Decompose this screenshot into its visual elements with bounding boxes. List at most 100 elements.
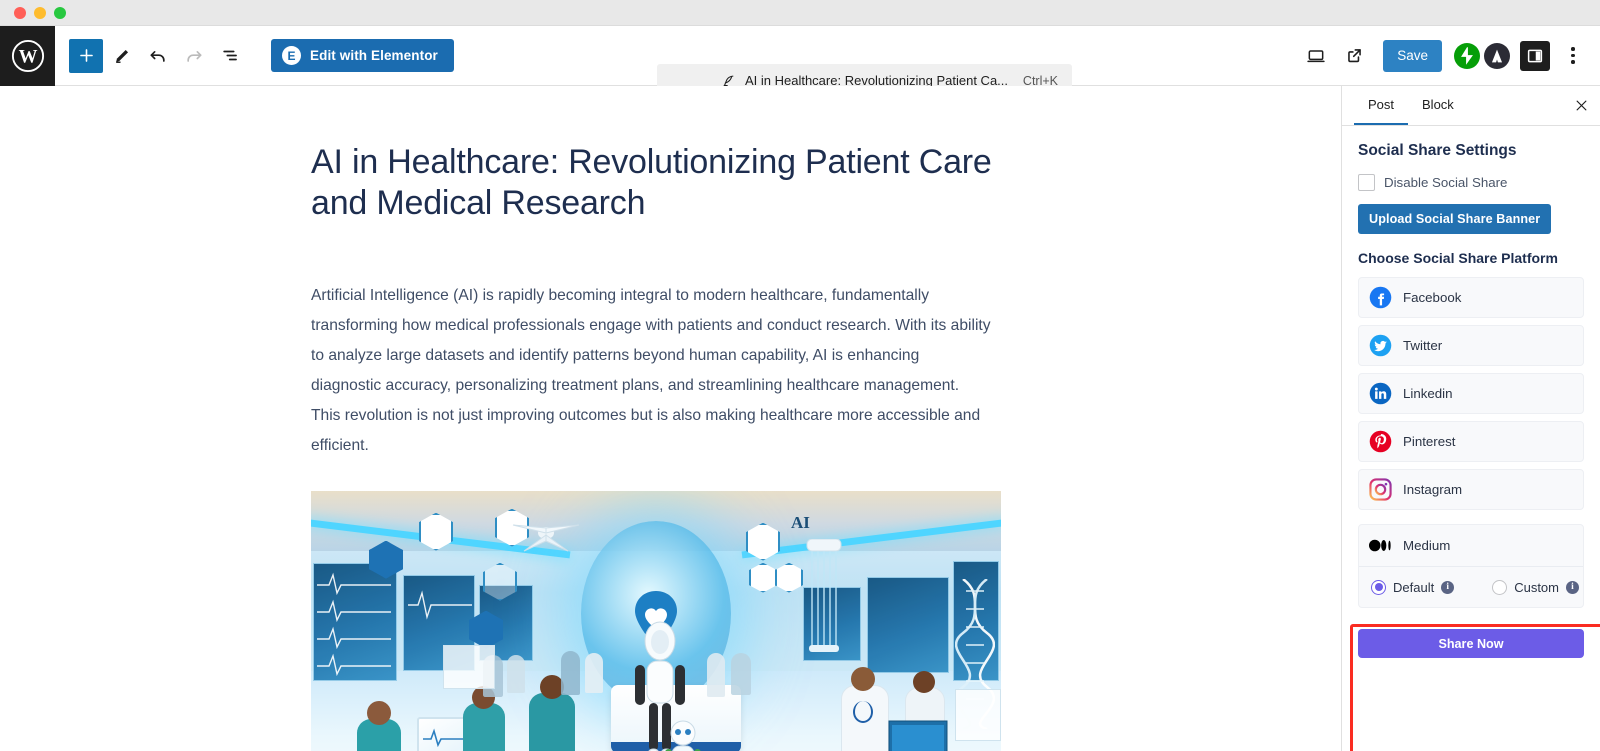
kebab-dot <box>1571 60 1575 64</box>
medium-option-default[interactable]: Default i <box>1371 579 1455 595</box>
toolbar-right-tools: Save <box>1299 39 1600 73</box>
view-device-button[interactable] <box>1299 39 1333 73</box>
image-laptop <box>888 720 948 751</box>
featured-image-block[interactable]: AI <box>311 490 1001 751</box>
upload-social-share-banner-button[interactable]: Upload Social Share Banner <box>1358 204 1552 234</box>
image-wall-panel <box>867 576 949 673</box>
svg-text:W: W <box>18 46 37 67</box>
toolbar-left-tools <box>55 38 247 73</box>
platform-row-twitter[interactable]: Twitter <box>1358 325 1584 366</box>
social-platform-list: Facebook Twitter Linkedin Pinterest Inst… <box>1358 277 1584 658</box>
save-button[interactable]: Save <box>1383 39 1442 72</box>
wordpress-logo-icon: W <box>11 39 44 72</box>
platform-label: Facebook <box>1403 290 1462 305</box>
tab-post[interactable]: Post <box>1354 86 1409 125</box>
platform-row-pinterest[interactable]: Pinterest <box>1358 421 1584 462</box>
platform-row-facebook[interactable]: Facebook <box>1358 277 1584 318</box>
editor-canvas[interactable]: AI in Healthcare: Revolutionizing Patien… <box>0 86 1341 751</box>
add-block-button[interactable] <box>69 38 103 73</box>
preview-button[interactable] <box>1337 39 1371 73</box>
platform-label: Pinterest <box>1403 434 1456 449</box>
platform-row-instagram[interactable]: Instagram <box>1358 469 1584 510</box>
image-uv-lamp <box>806 538 842 652</box>
custom-label: Custom <box>1514 579 1559 595</box>
image-staff-member <box>463 702 505 751</box>
default-radio[interactable] <box>1371 579 1386 595</box>
image-doctor-head <box>913 670 935 693</box>
settings-sidebar-toggle[interactable] <box>1520 40 1550 71</box>
redo-arrow-icon <box>187 50 202 62</box>
medium-options: Default i Custom i <box>1359 566 1583 607</box>
post-paragraph-block[interactable]: Artificial Intelligence (AI) is rapidly … <box>311 281 991 461</box>
image-stethoscope-icon <box>853 700 873 723</box>
image-ceiling-fan <box>512 524 580 552</box>
window-maximize-button[interactable] <box>54 6 66 19</box>
image-background-person <box>561 650 580 695</box>
document-overview-button[interactable] <box>213 39 247 73</box>
jetpack-glyph-icon <box>1461 46 1473 65</box>
elementor-button-label: Edit with Elementor <box>310 48 438 63</box>
astra-glyph-icon <box>1491 49 1503 62</box>
info-icon[interactable]: i <box>1566 580 1579 594</box>
disable-social-share-row[interactable]: Disable Social Share <box>1358 174 1584 191</box>
image-ecg-waves <box>317 572 391 676</box>
wordpress-logo-button[interactable]: W <box>0 25 55 86</box>
plus-icon <box>79 49 93 62</box>
image-background-person <box>707 652 725 697</box>
post-title[interactable]: AI in Healthcare: Revolutionizing Patien… <box>311 142 1001 225</box>
disable-social-share-label: Disable Social Share <box>1384 175 1508 190</box>
tab-block[interactable]: Block <box>1408 86 1468 125</box>
platform-label: Twitter <box>1403 338 1443 353</box>
image-small-robot <box>665 720 701 751</box>
medium-option-custom[interactable]: Custom i <box>1492 579 1579 595</box>
external-link-preview-icon <box>1347 49 1361 63</box>
image-supply-shelf <box>955 688 1001 741</box>
window-titlebar <box>0 0 1600 26</box>
sidebar-content: Social Share Settings Disable Social Sha… <box>1342 126 1600 658</box>
kebab-dot <box>1571 53 1575 58</box>
info-icon[interactable]: i <box>1441 580 1455 594</box>
pinterest-icon <box>1369 430 1392 453</box>
post-document: AI in Healthcare: Revolutionizing Patien… <box>311 142 1001 751</box>
image-hex-icon <box>749 562 777 593</box>
jetpack-icon[interactable] <box>1454 42 1480 69</box>
window-minimize-button[interactable] <box>34 6 46 19</box>
image-doctor-head <box>851 666 875 691</box>
settings-sidebar: Post Block Social Share Settings Disable… <box>1341 86 1600 751</box>
disable-social-share-checkbox[interactable] <box>1358 174 1375 191</box>
close-icon <box>1576 100 1586 111</box>
platform-label: Instagram <box>1403 482 1463 497</box>
image-background-person <box>731 652 751 695</box>
image-staff-head <box>367 700 391 725</box>
astra-icon[interactable] <box>1484 42 1510 69</box>
instagram-icon <box>1369 478 1392 501</box>
linkedin-icon <box>1369 382 1392 405</box>
window-close-button[interactable] <box>14 6 26 19</box>
custom-radio[interactable] <box>1492 579 1508 595</box>
kebab-dot <box>1571 47 1575 51</box>
share-now-button[interactable]: Share Now <box>1358 629 1584 658</box>
undo-button[interactable] <box>141 39 175 73</box>
sidebar-toggle-icon <box>1527 49 1543 62</box>
close-sidebar-button[interactable] <box>1562 86 1600 125</box>
more-options-button[interactable] <box>1558 39 1588 73</box>
twitter-icon <box>1369 334 1392 357</box>
redo-button[interactable] <box>177 39 211 73</box>
default-label: Default <box>1393 579 1435 595</box>
image-background-person <box>507 654 525 693</box>
list-view-icon <box>222 50 237 61</box>
elementor-badge-icon: E <box>282 46 301 65</box>
pencil-icon <box>115 49 128 63</box>
choose-platform-heading: Choose Social Share Platform <box>1358 250 1558 266</box>
image-background-person <box>585 652 603 693</box>
platform-card-medium[interactable]: Medium Default i Custom i <box>1358 524 1584 608</box>
editor-workspace: AI in Healthcare: Revolutionizing Patien… <box>0 86 1600 751</box>
medium-header[interactable]: Medium <box>1359 525 1583 566</box>
edit-tool-button[interactable] <box>105 39 139 73</box>
sidebar-tabs: Post Block <box>1342 86 1600 126</box>
undo-arrow-icon <box>150 50 165 62</box>
platform-row-linkedin[interactable]: Linkedin <box>1358 373 1584 414</box>
platform-label: Linkedin <box>1403 386 1453 401</box>
edit-with-elementor-button[interactable]: E Edit with Elementor <box>271 39 454 72</box>
image-hex-icon <box>775 562 803 593</box>
